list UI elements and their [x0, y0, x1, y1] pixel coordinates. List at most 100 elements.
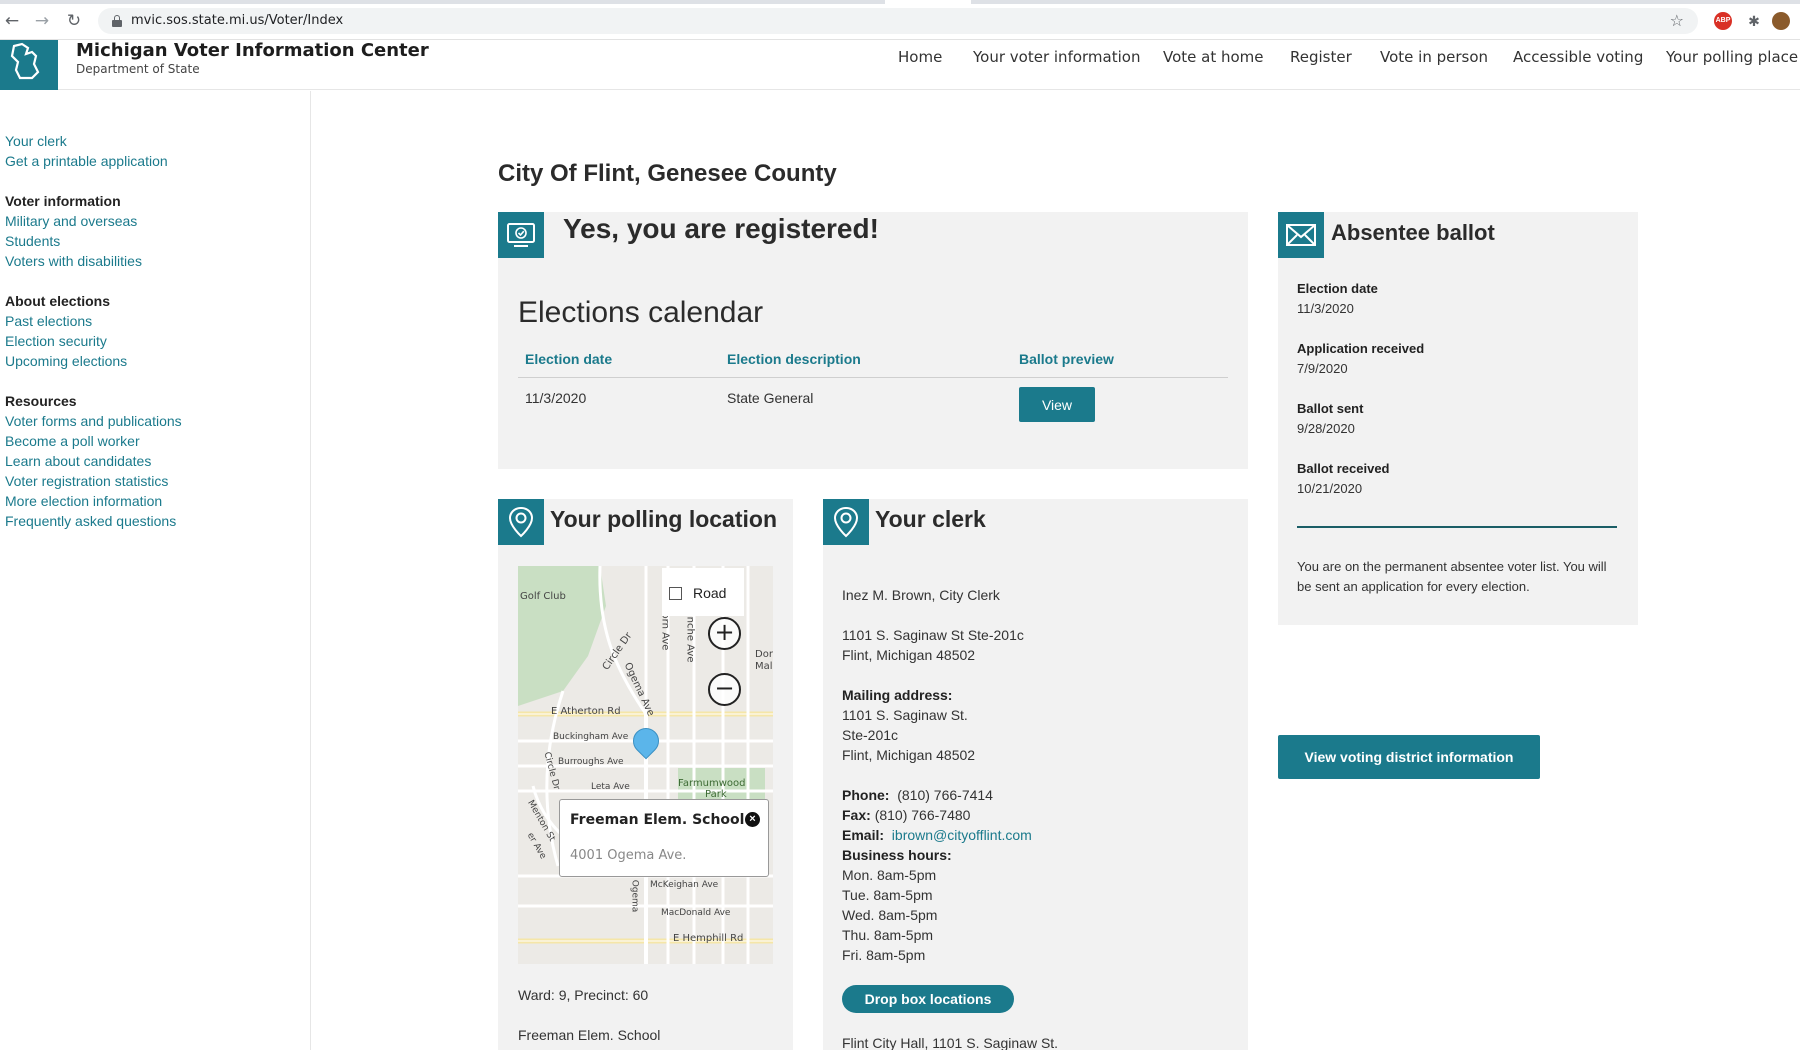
absentee-ballot-heading: Absentee ballot	[1331, 220, 1495, 245]
clerk-card	[823, 499, 1248, 1050]
page-title: City Of Flint, Genesee County	[498, 160, 837, 187]
sidebar-link-election-security[interactable]: Election security	[5, 333, 107, 349]
clerk-location-pin-icon	[823, 499, 869, 545]
adblock-extension-icon[interactable]: ABP	[1714, 12, 1732, 30]
sidebar-link-your-clerk[interactable]: Your clerk	[5, 133, 67, 149]
map-label-dor: Dor	[755, 649, 773, 660]
map-label-orn-ave: orn Ave	[659, 612, 671, 651]
hours-wednesday: Wed. 8am-5pm	[842, 907, 938, 923]
ballot-received-label: Ballot received	[1297, 461, 1390, 476]
polling-location-heading: Your polling location	[550, 506, 778, 532]
application-received-value: 7/9/2020	[1297, 361, 1348, 376]
browser-toolbar: ← → ↻ mvic.sos.state.mi.us/Voter/Index ☆…	[0, 0, 1800, 40]
map-label-buckingham-ave: Buckingham Ave	[553, 732, 629, 742]
mailing-address-line1: 1101 S. Saginaw St.	[842, 707, 968, 723]
ballot-received-value: 10/21/2020	[1297, 481, 1363, 496]
sidebar-link-faq[interactable]: Frequently asked questions	[5, 513, 176, 529]
sidebar-link-candidates[interactable]: Learn about candidates	[5, 453, 151, 469]
map-label-macdonald-ave: MacDonald Ave	[661, 908, 731, 918]
envelope-icon	[1278, 212, 1324, 258]
sidebar-heading-voter-information: Voter information	[5, 193, 121, 209]
email-row: Email: ibrown@cityofflint.com	[842, 827, 1032, 843]
phone-row: Phone: (810) 766-7414	[842, 787, 993, 803]
drop-box-locations-button[interactable]: Drop box locations	[842, 985, 1014, 1013]
clerk-name: Inez M. Brown, City Clerk	[842, 587, 1000, 603]
left-sidebar: Your clerk Get a printable application V…	[0, 91, 311, 1050]
drop-box-first-location: Flint City Hall, 1101 S. Saginaw St.	[842, 1035, 1059, 1050]
view-voting-district-button[interactable]: View voting district information	[1278, 735, 1540, 779]
nav-home[interactable]: Home	[898, 48, 942, 66]
nav-vote-in-person[interactable]: Vote in person	[1380, 48, 1488, 66]
ballot-sent-value: 9/28/2020	[1297, 421, 1355, 436]
map-label-ogema: Ogema	[629, 879, 640, 913]
popup-place-address: 4001 Ogema Ave.	[570, 848, 687, 863]
sidebar-link-military[interactable]: Military and overseas	[5, 213, 137, 229]
fax-number: (810) 766-7480	[874, 807, 971, 823]
map-label-e-hemphill-rd: E Hemphill Rd	[673, 933, 744, 944]
sidebar-link-voter-forms[interactable]: Voter forms and publications	[5, 413, 182, 429]
map-type-checkbox[interactable]	[669, 587, 682, 600]
map-label-mal: Mal	[755, 661, 773, 672]
map-label-e-atherton-rd: E Atherton Rd	[551, 706, 621, 717]
sidebar-link-past-elections[interactable]: Past elections	[5, 313, 92, 329]
popup-close-icon[interactable]: ×	[745, 812, 760, 827]
mailing-address-line3: Flint, Michigan 48502	[842, 747, 976, 763]
sidebar-link-upcoming-elections[interactable]: Upcoming elections	[5, 353, 127, 369]
forward-icon[interactable]: →	[32, 11, 52, 31]
clerk-address-line2: Flint, Michigan 48502	[842, 647, 976, 663]
absentee-divider	[1297, 526, 1617, 528]
map-label-golf-club: Golf Club	[520, 591, 566, 602]
clerk-email-link[interactable]: ibrown@cityofflint.com	[892, 827, 1032, 843]
tab-strip	[0, 0, 1800, 4]
url-text[interactable]: mvic.sos.state.mi.us/Voter/Index	[131, 13, 343, 28]
michigan-logo[interactable]	[0, 40, 58, 90]
sidebar-heading-resources: Resources	[5, 393, 77, 409]
mailing-address-label: Mailing address:	[842, 687, 953, 703]
column-header-election-description: Election description	[727, 351, 861, 367]
nav-register[interactable]: Register	[1290, 48, 1352, 66]
lock-icon	[112, 15, 122, 27]
reload-icon[interactable]: ↻	[64, 11, 84, 31]
nav-accessible-voting[interactable]: Accessible voting	[1513, 48, 1643, 66]
extensions-puzzle-icon[interactable]: ✱	[1745, 12, 1763, 30]
popup-place-name: Freeman Elem. School	[570, 812, 745, 828]
clerk-heading: Your clerk	[875, 506, 986, 532]
nav-vote-at-home[interactable]: Vote at home	[1163, 48, 1264, 66]
back-icon[interactable]: ←	[2, 11, 22, 31]
sidebar-link-registration-statistics[interactable]: Voter registration statistics	[5, 473, 168, 489]
sidebar-link-printable-application[interactable]: Get a printable application	[5, 153, 168, 169]
active-tab[interactable]	[885, 0, 971, 4]
sidebar-link-more-election-information[interactable]: More election information	[5, 493, 162, 509]
hours-friday: Fri. 8am-5pm	[842, 947, 926, 963]
polling-location-name: Freeman Elem. School	[518, 1027, 661, 1043]
site-title[interactable]: Michigan Voter Information Center	[76, 40, 429, 61]
nav-your-polling-place[interactable]: Your polling place	[1666, 48, 1798, 66]
column-header-ballot-preview: Ballot preview	[1019, 351, 1114, 367]
nav-your-voter-information[interactable]: Your voter information	[973, 48, 1140, 66]
business-hours-label: Business hours:	[842, 847, 952, 863]
monitor-check-icon	[498, 212, 544, 258]
site-header: Michigan Voter Information Center Depart…	[0, 40, 1800, 90]
sidebar-link-students[interactable]: Students	[5, 233, 60, 249]
hours-monday: Mon. 8am-5pm	[842, 867, 937, 883]
profile-avatar[interactable]	[1772, 12, 1790, 30]
view-ballot-preview-button[interactable]: View	[1019, 387, 1095, 422]
map-label-anche-ave: anche Ave	[684, 610, 696, 663]
sidebar-link-poll-worker[interactable]: Become a poll worker	[5, 433, 140, 449]
clerk-address-line1: 1101 S. Saginaw St Ste-201c	[842, 627, 1024, 643]
map-label-leta-ave: Leta Ave	[591, 782, 630, 792]
sidebar-link-disabilities[interactable]: Voters with disabilities	[5, 253, 142, 269]
address-bar[interactable]: mvic.sos.state.mi.us/Voter/Index ☆	[98, 8, 1698, 34]
column-header-election-date: Election date	[525, 351, 613, 367]
mailing-address-line2: Ste-201c	[842, 727, 899, 743]
site-subtitle: Department of State	[76, 62, 200, 76]
phone-number[interactable]: (810) 766-7414	[897, 787, 993, 803]
ward-precinct-text: Ward: 9, Precinct: 60	[518, 987, 649, 1003]
application-received-label: Application received	[1297, 341, 1425, 356]
map-type-toggle[interactable]: Road	[662, 568, 744, 616]
zoom-in-icon[interactable]: +	[708, 617, 741, 650]
zoom-out-icon[interactable]: −	[708, 673, 741, 706]
polling-location-map[interactable]: Golf Club Circle Dr Ogema Ave orn Ave an…	[518, 566, 773, 964]
bookmark-star-icon[interactable]: ☆	[1670, 11, 1684, 31]
fax-label: Fax:	[842, 807, 871, 823]
